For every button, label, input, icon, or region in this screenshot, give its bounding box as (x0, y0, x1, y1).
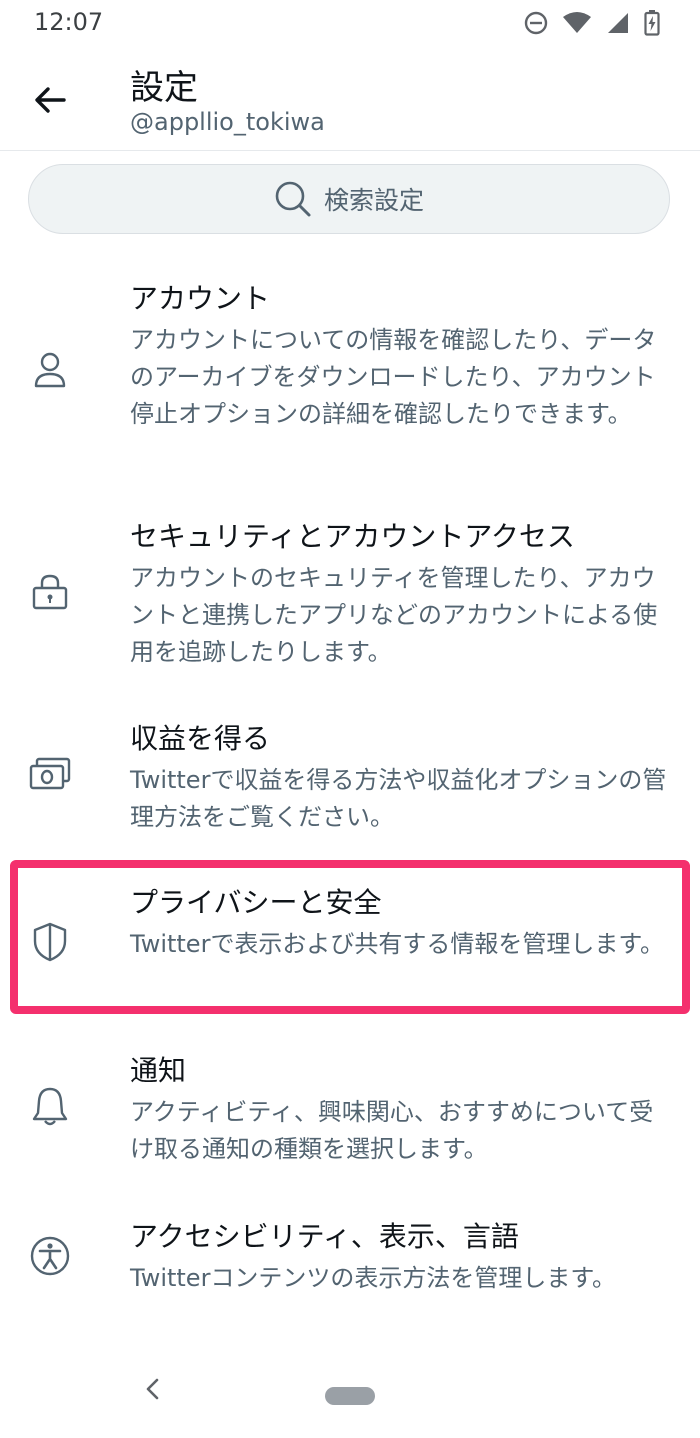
do-not-disturb-icon (524, 11, 548, 35)
back-button[interactable] (22, 76, 78, 124)
search-icon (275, 181, 311, 217)
item-title: アクセシビリティ、表示、言語 (130, 1220, 519, 1253)
nav-back-button[interactable] (140, 1376, 166, 1406)
status-icons (524, 10, 660, 36)
status-time: 12:07 (34, 8, 104, 36)
app-header: 設定 @appllio_tokiwa (0, 50, 700, 151)
search-placeholder: 検索設定 (323, 186, 424, 215)
accessibility-icon (28, 1234, 72, 1278)
page-title: 設定 (130, 68, 198, 108)
signal-icon (608, 13, 628, 33)
item-title: セキュリティとアカウントアクセス (130, 520, 575, 553)
chevron-left-icon (146, 1378, 159, 1400)
item-title: 通知 (130, 1054, 187, 1087)
highlight-frame (10, 860, 690, 1014)
item-description: アカウントについての情報を確認したり、データのアーカイブをダウンロードしたり、ア… (130, 326, 657, 428)
bell-icon (28, 1084, 72, 1128)
item-title: 収益を得る (130, 722, 271, 755)
lock-icon (28, 570, 72, 614)
settings-item-account[interactable]: アカウント アカウントについての情報を確認したり、データのアーカイブをダウンロー… (0, 280, 700, 460)
person-icon (28, 348, 72, 392)
settings-item-security[interactable]: セキュリティとアカウントアクセス アカウントのセキュリティを管理したり、アカウン… (0, 518, 700, 668)
system-nav-bar (0, 1340, 700, 1438)
arrow-back-icon (35, 87, 66, 113)
item-description: Twitterコンテンツの表示方法を管理します。 (130, 1264, 617, 1292)
status-bar: 12:07 (0, 0, 700, 50)
money-icon (28, 752, 72, 796)
search-settings-input[interactable]: 検索設定 (28, 164, 670, 234)
home-pill[interactable] (325, 1387, 375, 1405)
item-description: Twitterで収益を得る方法や収益化オプションの管理方法をご覧ください。 (130, 766, 667, 831)
wifi-icon (563, 12, 591, 33)
settings-item-accessibility[interactable]: アクセシビリティ、表示、言語 Twitterコンテンツの表示方法を管理します。 (0, 1218, 700, 1308)
item-description: アクティビティ、興味関心、おすすめについて受け取る通知の種類を選択します。 (130, 1098, 654, 1163)
battery-charging-icon (644, 10, 660, 36)
settings-item-monetization[interactable]: 収益を得る Twitterで収益を得る方法や収益化オプションの管理方法をご覧くだ… (0, 720, 700, 840)
settings-item-notifications[interactable]: 通知 アクティビティ、興味関心、おすすめについて受け取る通知の種類を選択します。 (0, 1052, 700, 1172)
account-username: @appllio_tokiwa (130, 108, 325, 136)
item-description: アカウントのセキュリティを管理したり、アカウントと連携したアプリなどのアカウント… (130, 564, 658, 666)
item-title: アカウント (130, 282, 271, 315)
